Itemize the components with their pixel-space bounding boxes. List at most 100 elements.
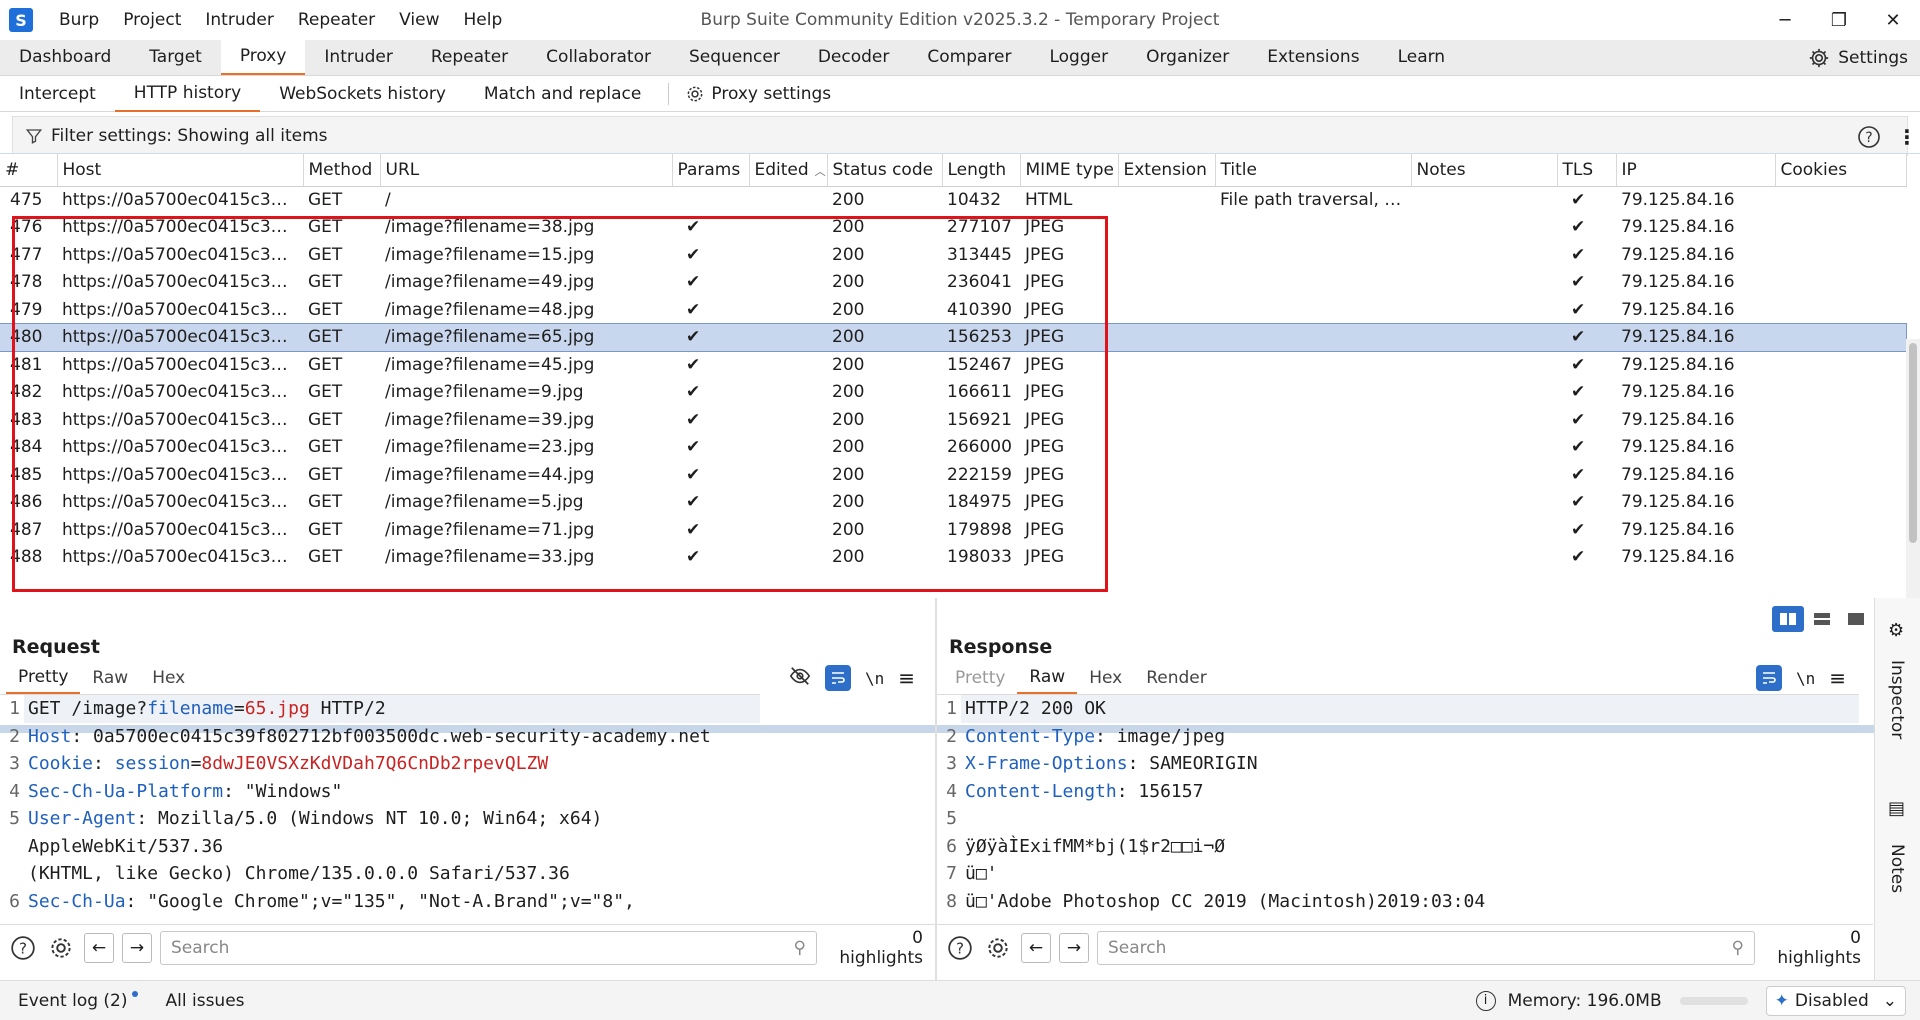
- newline-toggle-icon[interactable]: \n: [1796, 669, 1815, 688]
- tab-decoder[interactable]: Decoder: [799, 39, 909, 75]
- forward-arrow-icon[interactable]: →: [1059, 932, 1089, 963]
- tab-dashboard[interactable]: Dashboard: [0, 39, 130, 75]
- maximize-icon[interactable]: ❐: [1812, 0, 1866, 40]
- table-row[interactable]: 488 https://0a5700ec0415c39f8... GET/image…: [0, 544, 1906, 572]
- tab-target[interactable]: Target: [130, 39, 221, 75]
- tab-collaborator[interactable]: Collaborator: [527, 39, 670, 75]
- column-header-host[interactable]: Host: [57, 154, 304, 187]
- table-row[interactable]: 487 https://0a5700ec0415c39f8... GET/image…: [0, 516, 1906, 544]
- request-editor[interactable]: 1 GET /image?filename=65.jpg HTTP/2 2 Host:…: [0, 694, 760, 912]
- word-wrap-icon[interactable]: [824, 665, 851, 691]
- column-header-params[interactable]: Params: [672, 154, 750, 187]
- column-header-url[interactable]: URL: [380, 154, 673, 187]
- table-row[interactable]: 486 https://0a5700ec0415c39f8... GET/image…: [0, 489, 1906, 517]
- tab-learn[interactable]: Learn: [1379, 39, 1465, 75]
- table-row[interactable]: 479 https://0a5700ec0415c39f8... GET/image…: [0, 296, 1906, 324]
- column-header-ip[interactable]: IP: [1616, 154, 1776, 187]
- column-header-extension[interactable]: Extension: [1118, 154, 1216, 187]
- table-row[interactable]: 475 https://0a5700ec0415c39f8... GET / 200 10…: [0, 186, 1906, 214]
- settings-button[interactable]: Settings: [1808, 40, 1908, 76]
- table-row[interactable]: 477 https://0a5700ec0415c39f8... GET/image…: [0, 241, 1906, 269]
- gear-icon[interactable]: [983, 933, 1013, 963]
- tab-organizer[interactable]: Organizer: [1127, 39, 1248, 75]
- tab-repeater[interactable]: Repeater: [412, 39, 527, 75]
- back-arrow-icon[interactable]: ←: [1021, 932, 1051, 963]
- column-header-method[interactable]: Method: [303, 154, 381, 187]
- scrollbar-thumb[interactable]: [1909, 343, 1917, 543]
- column-header-edited[interactable]: Edited ︿: [749, 154, 828, 187]
- notes-icon[interactable]: ▤: [1888, 798, 1905, 819]
- hide-nonprintable-icon[interactable]: [789, 665, 811, 692]
- table-body: 475 https://0a5700ec0415c39f8... GET/200 10…: [0, 186, 1907, 572]
- menu-view[interactable]: View: [387, 10, 451, 30]
- response-tab-hex[interactable]: Hex: [1077, 662, 1134, 694]
- tab-sequencer[interactable]: Sequencer: [670, 39, 799, 75]
- column-header-[interactable]: #: [0, 154, 58, 187]
- table-row[interactable]: 482 https://0a5700ec0415c39f8... GET/image…: [0, 379, 1906, 407]
- minimize-icon[interactable]: ─: [1758, 0, 1812, 40]
- tab-extensions[interactable]: Extensions: [1248, 39, 1378, 75]
- response-tab-render[interactable]: Render: [1134, 662, 1219, 694]
- column-header-notes[interactable]: Notes: [1411, 154, 1558, 187]
- word-wrap-icon[interactable]: [1755, 665, 1782, 691]
- tab-intruder[interactable]: Intruder: [305, 39, 411, 75]
- request-search-input[interactable]: Search ⚲: [160, 930, 817, 965]
- column-header-cookies[interactable]: Cookies: [1775, 154, 1907, 187]
- column-header-length[interactable]: Length: [942, 154, 1021, 187]
- menu-project[interactable]: Project: [111, 10, 193, 30]
- tab-proxy[interactable]: Proxy: [220, 39, 306, 75]
- code-line: 1 GET /image?filename=65.jpg HTTP/2: [0, 695, 760, 723]
- menu-help[interactable]: Help: [452, 10, 515, 30]
- tab-logger[interactable]: Logger: [1030, 39, 1127, 75]
- menu-intruder[interactable]: Intruder: [193, 10, 285, 30]
- subtab-match-and-replace[interactable]: Match and replace: [465, 76, 660, 112]
- response-search-input[interactable]: Search ⚲: [1097, 930, 1755, 965]
- menu-icon[interactable]: ≡: [1829, 666, 1846, 690]
- cell-empty: [1118, 406, 1215, 434]
- subtab-http-history[interactable]: HTTP history: [114, 76, 261, 112]
- notes-tab[interactable]: Notes: [1887, 844, 1907, 893]
- response-tab-raw[interactable]: Raw: [1017, 662, 1078, 694]
- cell-host: https://0a5700ec0415c39f8...: [62, 217, 303, 238]
- table-row[interactable]: 478 https://0a5700ec0415c39f8... GET/image…: [0, 269, 1906, 297]
- table-row[interactable]: 483 https://0a5700ec0415c39f8... GET/image…: [0, 406, 1906, 434]
- proxy-settings-button[interactable]: Proxy settings: [677, 84, 839, 104]
- table-row[interactable]: 485 https://0a5700ec0415c39f8... GET/image…: [0, 461, 1906, 489]
- request-tab-hex[interactable]: Hex: [140, 662, 197, 694]
- newline-toggle-icon[interactable]: \n: [865, 669, 884, 688]
- request-tab-raw[interactable]: Raw: [80, 662, 140, 694]
- table-row[interactable]: 484 https://0a5700ec0415c39f8... GET/image…: [0, 434, 1906, 462]
- help-icon[interactable]: ?: [945, 933, 975, 963]
- column-header-status-code[interactable]: Status code: [827, 154, 943, 187]
- response-tab-pretty[interactable]: Pretty: [943, 662, 1017, 694]
- menu-burp[interactable]: Burp: [47, 10, 111, 30]
- event-log-link[interactable]: Event log (2): [18, 991, 128, 1011]
- table-row[interactable]: 480 https://0a5700ec0415c39f8... GET/image…: [0, 322, 1907, 352]
- forward-arrow-icon[interactable]: →: [122, 932, 152, 963]
- cell-empty: [1411, 269, 1557, 297]
- column-header-mime-type[interactable]: MIME type: [1020, 154, 1119, 187]
- inspector-tab[interactable]: Inspector: [1887, 660, 1907, 739]
- table-row[interactable]: 476 https://0a5700ec0415c39f8... GET/image…: [0, 214, 1906, 242]
- more-options-icon[interactable]: ⋮: [1897, 125, 1917, 149]
- ai-status-button[interactable]: ✦ Disabled ⌄: [1765, 985, 1906, 1016]
- response-editor[interactable]: 1 HTTP/2 200 OK 2 Content-Type: image/jpeg 3…: [937, 694, 1859, 912]
- gear-icon[interactable]: [46, 933, 76, 963]
- tab-comparer[interactable]: Comparer: [908, 39, 1030, 75]
- table-row[interactable]: 481 https://0a5700ec0415c39f8... GET/image…: [0, 351, 1906, 379]
- request-tab-pretty[interactable]: Pretty: [6, 662, 81, 694]
- subtab-intercept[interactable]: Intercept: [0, 76, 115, 112]
- code-text: HTTP/2 200 OK: [965, 698, 1106, 719]
- help-icon[interactable]: ?: [8, 933, 38, 963]
- all-issues-link[interactable]: All issues: [166, 991, 245, 1011]
- subtab-websockets-history[interactable]: WebSockets history: [260, 76, 465, 112]
- column-header-tls[interactable]: TLS: [1557, 154, 1617, 187]
- inspector-icon[interactable]: ⚙: [1888, 620, 1904, 641]
- close-icon[interactable]: ✕: [1866, 0, 1920, 40]
- back-arrow-icon[interactable]: ←: [84, 932, 114, 963]
- column-header-title[interactable]: Title: [1215, 154, 1412, 187]
- menu-icon[interactable]: ≡: [898, 666, 915, 690]
- filter-bar[interactable]: Filter settings: Showing all items ? ⋮: [12, 116, 1917, 156]
- menu-repeater[interactable]: Repeater: [286, 10, 387, 30]
- help-icon[interactable]: ?: [1857, 125, 1881, 149]
